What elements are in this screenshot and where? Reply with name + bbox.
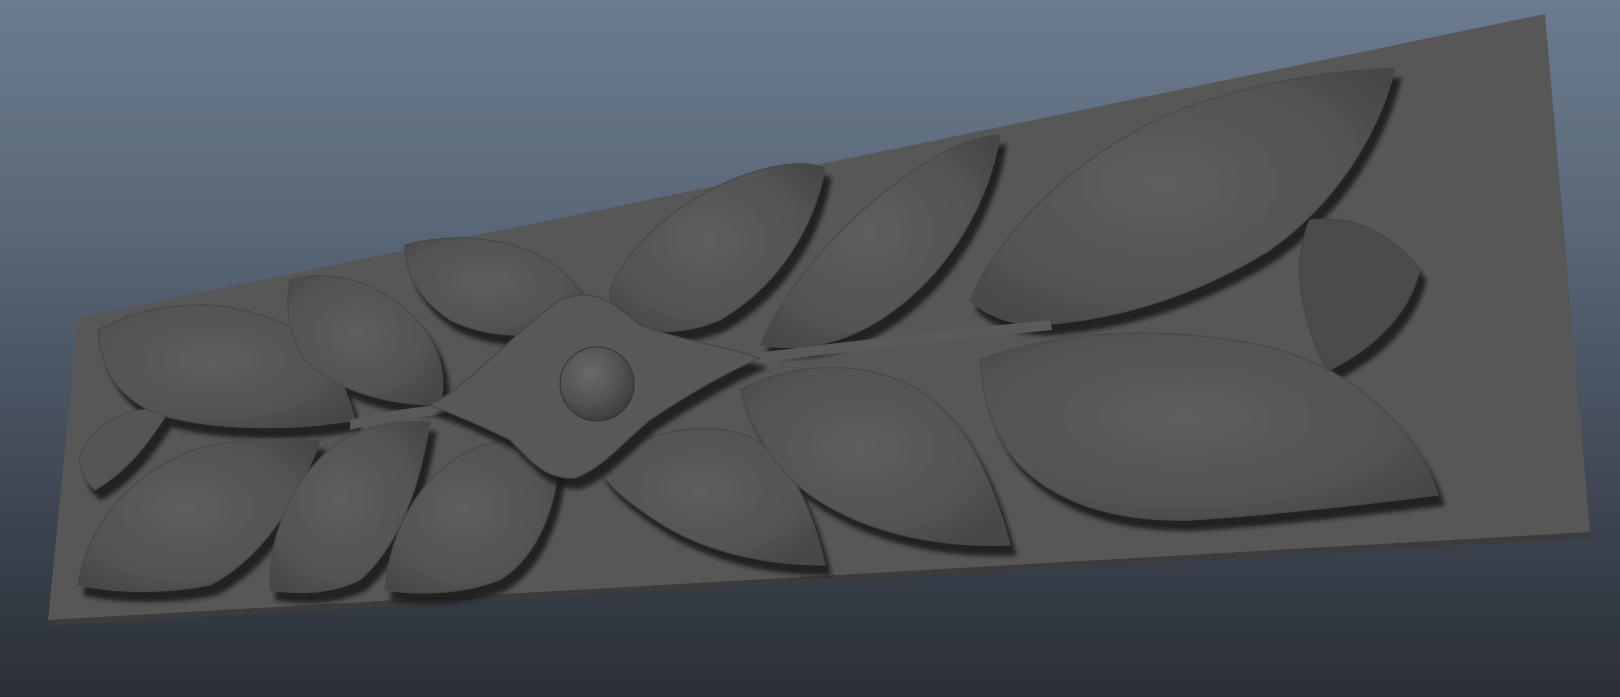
3d-viewport[interactable]	[0, 0, 1620, 697]
rosette-knob[interactable]	[559, 346, 635, 422]
viewport-scene[interactable]	[0, 0, 1620, 697]
